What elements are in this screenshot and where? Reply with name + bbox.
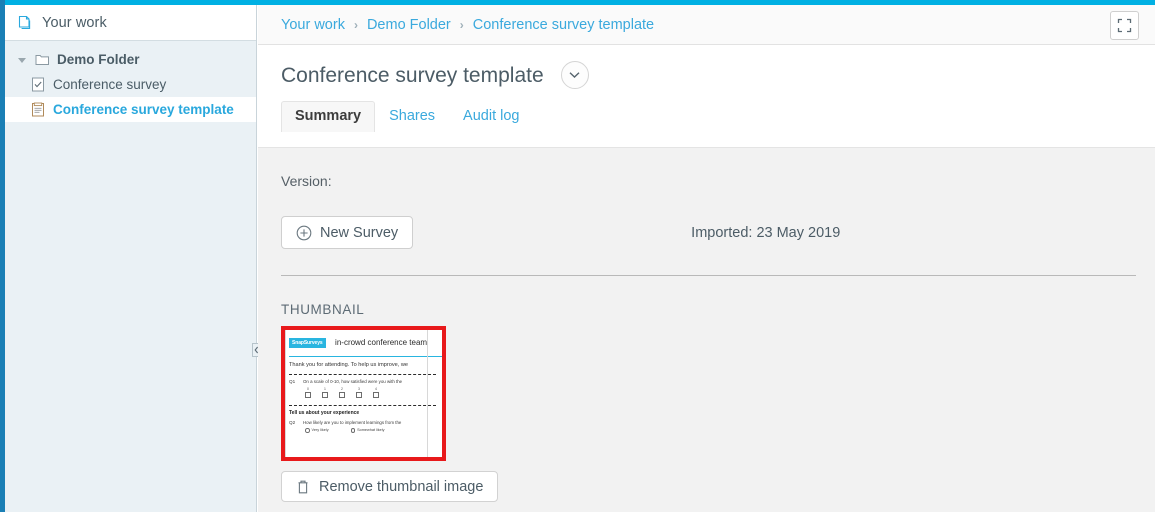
scale-checkbox xyxy=(373,392,379,398)
app-root: Your work Demo Folder Conference survey … xyxy=(0,0,1155,512)
tree-item-demo-folder[interactable]: Demo Folder xyxy=(5,47,256,72)
thumbnail-dashed-rule xyxy=(289,374,436,375)
scale-point: 1 xyxy=(322,387,328,398)
option-label: Very likely xyxy=(311,428,329,433)
thumbnail-left-rule xyxy=(285,330,286,457)
breadcrumb-separator-icon: › xyxy=(459,17,464,32)
survey-checked-document-icon xyxy=(29,77,47,92)
scale-label: 2 xyxy=(341,387,343,391)
thumbnail-q1-scale: 0 1 2 3 4 xyxy=(305,387,442,398)
remove-thumbnail-label: Remove thumbnail image xyxy=(319,478,484,495)
scale-checkbox xyxy=(322,392,328,398)
option-item: Very likely xyxy=(305,428,329,433)
thumbnail-image-content: SnapSurveys in-crowd conference team Tha… xyxy=(285,330,442,457)
sidebar: Your work Demo Folder Conference survey … xyxy=(5,5,257,512)
thumbnail-right-rule xyxy=(427,330,428,457)
summary-panel: Version: New Survey Imported: 23 May 201… xyxy=(258,148,1155,510)
thumbnail-intro-text: Thank you for attending. To help us impr… xyxy=(289,362,408,368)
section-divider xyxy=(281,275,1136,276)
page-title-row: Conference survey template xyxy=(258,45,1155,89)
thumbnail-section-heading: Tell us about your experience xyxy=(289,410,360,416)
imported-date: Imported: 23 May 2019 xyxy=(691,224,841,241)
thumbnail-q2-number: Q2 xyxy=(289,420,296,425)
thumbnail-question-1: Q1 On a scale of 0-10, how satisfied wer… xyxy=(289,379,442,384)
template-document-icon xyxy=(29,102,47,117)
scale-point: 4 xyxy=(373,387,379,398)
radio-icon xyxy=(305,428,310,433)
tree-item-label: Conference survey template xyxy=(53,101,234,117)
thumbnail-q1-number: Q1 xyxy=(289,379,296,384)
tree-item-conference-survey-template[interactable]: Conference survey template xyxy=(5,97,256,122)
tree-item-label: Conference survey xyxy=(53,76,167,92)
snap-surveys-logo: SnapSurveys xyxy=(289,337,326,348)
chevron-down-icon xyxy=(569,72,580,78)
tab-audit-log[interactable]: Audit log xyxy=(449,101,533,132)
scale-label: 4 xyxy=(375,387,377,391)
thumbnail-accent-rule xyxy=(289,356,442,357)
fullscreen-expand-icon xyxy=(1117,18,1132,33)
scale-label: 1 xyxy=(324,387,326,391)
thumbnail-question-2: Q2 How likely are you to implement learn… xyxy=(289,420,442,425)
thumbnail-survey-title: in-crowd conference team xyxy=(335,338,428,348)
trash-icon xyxy=(298,480,308,493)
copy-pages-icon xyxy=(17,14,34,31)
scale-label: 3 xyxy=(358,387,360,391)
version-label: Version: xyxy=(281,173,332,189)
thumbnail-q2-text: How likely are you to implement learning… xyxy=(303,420,402,425)
sidebar-header-label: Your work xyxy=(42,14,107,31)
breadcrumb-item-current[interactable]: Conference survey template xyxy=(473,17,654,33)
breadcrumb-item-your-work[interactable]: Your work xyxy=(281,17,345,33)
sidebar-header[interactable]: Your work xyxy=(5,5,256,41)
title-dropdown-button[interactable] xyxy=(560,61,589,89)
new-survey-button[interactable]: New Survey xyxy=(281,216,414,249)
scale-label: 0 xyxy=(307,387,309,391)
plus-circle-icon xyxy=(296,225,312,240)
tab-summary[interactable]: Summary xyxy=(281,101,376,132)
thumbnail-q2-options: Very likely Somewhat likely xyxy=(305,428,442,433)
breadcrumb-separator-icon: › xyxy=(353,17,358,32)
tab-shares[interactable]: Shares xyxy=(375,101,449,132)
scale-checkbox xyxy=(356,392,362,398)
expand-caret-icon[interactable] xyxy=(15,57,29,63)
new-survey-label: New Survey xyxy=(320,224,399,241)
scale-point: 2 xyxy=(339,387,345,398)
scale-checkbox xyxy=(339,392,345,398)
folder-icon xyxy=(33,53,51,66)
scale-point: 0 xyxy=(305,387,311,398)
thumbnail-preview[interactable]: SnapSurveys in-crowd conference team Tha… xyxy=(281,326,446,461)
option-label: Somewhat likely xyxy=(357,428,385,433)
option-item: Somewhat likely xyxy=(350,428,385,433)
radio-icon xyxy=(350,428,356,433)
breadcrumb: Your work › Demo Folder › Conference sur… xyxy=(258,5,1155,45)
folder-tree: Demo Folder Conference survey Conference… xyxy=(5,41,256,122)
page-title: Conference survey template xyxy=(281,63,544,87)
scale-point: 3 xyxy=(356,387,362,398)
scale-checkbox xyxy=(305,392,311,398)
action-row: New Survey Imported: 23 May 2019 xyxy=(281,216,1155,249)
thumbnail-heading: THUMBNAIL xyxy=(281,302,365,317)
thumbnail-dashed-rule-2 xyxy=(289,405,436,406)
fullscreen-button[interactable] xyxy=(1110,11,1139,40)
remove-thumbnail-button[interactable]: Remove thumbnail image xyxy=(281,471,499,502)
page-header: Conference survey template Summary Share… xyxy=(258,45,1155,148)
tree-item-conference-survey[interactable]: Conference survey xyxy=(5,72,256,97)
tab-bar: Summary Shares Audit log xyxy=(258,101,1155,132)
tree-item-label: Demo Folder xyxy=(57,51,140,67)
breadcrumb-item-demo-folder[interactable]: Demo Folder xyxy=(367,17,451,33)
thumbnail-q1-text: On a scale of 0-10, how satisfied were y… xyxy=(303,379,403,384)
main-pane: Your work › Demo Folder › Conference sur… xyxy=(258,5,1155,512)
